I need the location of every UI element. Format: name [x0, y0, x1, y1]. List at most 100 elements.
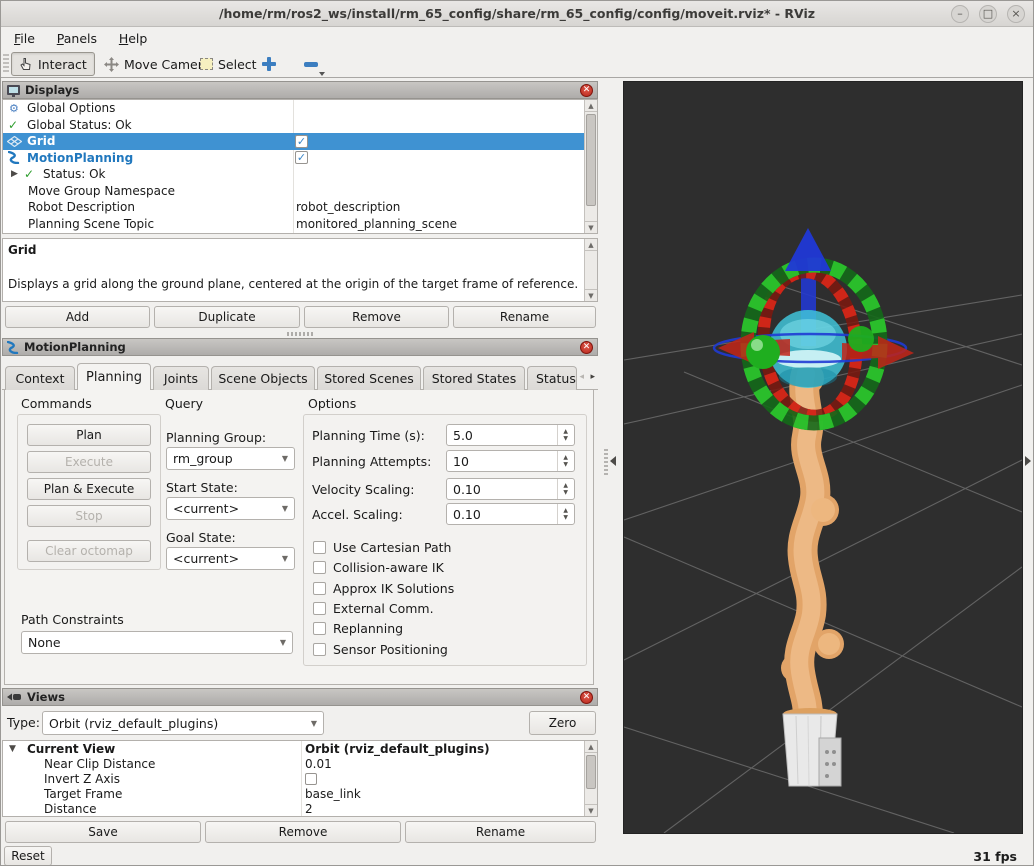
- scroll-thumb[interactable]: [586, 114, 596, 206]
- motionplanning-close-icon[interactable]: ✕: [580, 340, 593, 354]
- marker-y-handle-right[interactable]: [848, 326, 874, 352]
- sensor-positioning-checkbox[interactable]: [313, 643, 326, 656]
- description-scrollbar[interactable]: ▲ ▼: [584, 239, 597, 301]
- approx-ik-solutions-checkbox[interactable]: [313, 582, 326, 595]
- displays-panel-header[interactable]: Displays ✕: [2, 81, 598, 99]
- panel-splitter-handle[interactable]: [287, 332, 313, 336]
- rename-display-button[interactable]: Rename: [453, 306, 596, 328]
- motionplanning-panel-header[interactable]: MotionPlanning ✕: [2, 338, 598, 356]
- spinner-arrows-icon[interactable]: ▲ ▼: [557, 451, 568, 471]
- tab-stored-states[interactable]: Stored States: [423, 366, 525, 390]
- tab-scroll-right-icon[interactable]: ▸: [590, 372, 595, 382]
- tab-scene-objects[interactable]: Scene Objects: [211, 366, 315, 390]
- spinner-arrows-icon[interactable]: ▲ ▼: [557, 504, 568, 524]
- displays-tree-scrollbar[interactable]: ▲ ▼: [584, 100, 597, 233]
- remove-display-button[interactable]: Remove: [304, 306, 449, 328]
- external-comm-checkbox[interactable]: [313, 602, 326, 615]
- right-splitter-gutter[interactable]: [1023, 79, 1033, 837]
- row-value[interactable]: base_link: [305, 787, 361, 801]
- add-display-button[interactable]: Add: [5, 306, 150, 328]
- remove-tool-button[interactable]: [297, 52, 325, 76]
- planning-attempts-spinbox[interactable]: 10 ▲ ▼: [446, 450, 575, 472]
- velocity-scaling-spinbox[interactable]: 0.10 ▲ ▼: [446, 478, 575, 500]
- tree-row-invert-z[interactable]: Invert Z Axis: [3, 771, 597, 786]
- collapse-right-arrow-icon[interactable]: [1025, 456, 1031, 466]
- spinner-arrows-icon[interactable]: ▲ ▼: [557, 479, 568, 499]
- tree-row-robot-description[interactable]: Robot Description robot_description: [3, 199, 597, 216]
- left-splitter-gutter[interactable]: [598, 79, 623, 837]
- tree-row-planning-scene-topic[interactable]: Planning Scene Topic monitored_planning_…: [3, 216, 597, 233]
- tree-row-current-view[interactable]: ▼ Current View Orbit (rviz_default_plugi…: [3, 741, 597, 756]
- menu-help[interactable]: Help: [110, 28, 157, 49]
- marker-z-arrow-head[interactable]: [785, 228, 831, 271]
- tab-status[interactable]: Status: [527, 366, 577, 390]
- tree-row-status-ok[interactable]: ▶ ✓ Status: Ok: [3, 166, 597, 183]
- save-view-button[interactable]: Save: [5, 821, 201, 843]
- tree-row-near-clip[interactable]: Near Clip Distance 0.01: [3, 756, 597, 771]
- row-value[interactable]: 2: [305, 802, 313, 816]
- expander-icon[interactable]: ▶: [11, 169, 18, 179]
- motionplanning-enabled-checkbox[interactable]: ✓: [295, 151, 308, 165]
- remove-view-button[interactable]: Remove: [205, 821, 401, 843]
- execute-button[interactable]: Execute: [27, 451, 151, 473]
- scroll-down-icon[interactable]: ▼: [585, 289, 597, 301]
- tab-joints[interactable]: Joints: [153, 366, 209, 390]
- path-constraints-dropdown[interactable]: None ▼: [21, 631, 293, 654]
- views-close-icon[interactable]: ✕: [580, 690, 593, 704]
- scroll-up-icon[interactable]: ▲: [585, 239, 597, 251]
- stop-button[interactable]: Stop: [27, 505, 151, 527]
- displays-close-icon[interactable]: ✕: [580, 83, 593, 97]
- tree-row-target-frame[interactable]: Target Frame base_link: [3, 786, 597, 801]
- interact-tool-button[interactable]: Interact: [11, 52, 95, 76]
- invert-z-checkbox[interactable]: [305, 772, 317, 785]
- row-value[interactable]: monitored_planning_scene: [296, 217, 457, 231]
- clear-octomap-button[interactable]: Clear octomap: [27, 540, 151, 562]
- collapse-icon[interactable]: ▼: [9, 744, 16, 754]
- tree-row-distance[interactable]: Distance 2: [3, 801, 597, 816]
- view-type-dropdown[interactable]: Orbit (rviz_default_plugins) ▼: [42, 711, 324, 735]
- grid-enabled-checkbox[interactable]: ✓: [295, 134, 308, 148]
- spinner-arrows-icon[interactable]: ▲ ▼: [557, 425, 568, 445]
- views-panel-header[interactable]: Views ✕: [2, 688, 598, 706]
- scroll-down-icon[interactable]: ▼: [585, 804, 597, 816]
- start-state-dropdown[interactable]: <current> ▼: [166, 497, 295, 520]
- scroll-up-icon[interactable]: ▲: [585, 741, 597, 753]
- tree-row-motionplanning[interactable]: MotionPlanning ✓: [3, 150, 597, 167]
- tab-scroll-left-icon[interactable]: ◂: [579, 372, 584, 382]
- marker-y-handle-left[interactable]: [746, 335, 780, 369]
- row-value[interactable]: robot_description: [296, 200, 400, 214]
- planning-time-spinbox[interactable]: 5.0 ▲ ▼: [446, 424, 575, 446]
- scroll-up-icon[interactable]: ▲: [585, 100, 597, 112]
- tree-row-grid[interactable]: Grid ✓: [3, 133, 597, 150]
- menu-panels[interactable]: Panels: [48, 28, 106, 49]
- tab-stored-scenes[interactable]: Stored Scenes: [317, 366, 421, 390]
- tree-row-global-options[interactable]: ⚙ Global Options: [3, 100, 597, 117]
- use-cartesian-path-checkbox[interactable]: [313, 541, 326, 554]
- collision-aware-ik-checkbox[interactable]: [313, 561, 326, 574]
- close-button[interactable]: ×: [1007, 5, 1025, 23]
- maximize-button[interactable]: □: [979, 5, 997, 23]
- accel-scaling-spinbox[interactable]: 0.10 ▲ ▼: [446, 503, 575, 525]
- menu-file[interactable]: File: [5, 28, 44, 49]
- toolbar-drag-handle[interactable]: [3, 54, 9, 74]
- tab-planning[interactable]: Planning: [77, 363, 151, 390]
- goal-state-dropdown[interactable]: <current> ▼: [166, 547, 295, 570]
- plan-and-execute-button[interactable]: Plan & Execute: [27, 478, 151, 500]
- views-tree-scrollbar[interactable]: ▲ ▼: [584, 741, 597, 816]
- select-tool-button[interactable]: Select: [193, 52, 264, 76]
- add-tool-button[interactable]: [255, 52, 283, 76]
- scroll-thumb[interactable]: [586, 755, 596, 789]
- duplicate-display-button[interactable]: Duplicate: [154, 306, 300, 328]
- reset-button[interactable]: Reset: [4, 846, 52, 865]
- scroll-down-icon[interactable]: ▼: [585, 221, 597, 233]
- plan-button[interactable]: Plan: [27, 424, 151, 446]
- planning-group-dropdown[interactable]: rm_group ▼: [166, 447, 295, 470]
- tab-context[interactable]: Context: [5, 366, 75, 390]
- rename-view-button[interactable]: Rename: [405, 821, 596, 843]
- minimize-button[interactable]: –: [951, 5, 969, 23]
- row-value[interactable]: 0.01: [305, 757, 332, 771]
- 3d-viewport[interactable]: [623, 81, 1023, 834]
- tree-row-global-status[interactable]: ✓ Global Status: Ok: [3, 117, 597, 134]
- zero-button[interactable]: Zero: [529, 711, 596, 735]
- replanning-checkbox[interactable]: [313, 622, 326, 635]
